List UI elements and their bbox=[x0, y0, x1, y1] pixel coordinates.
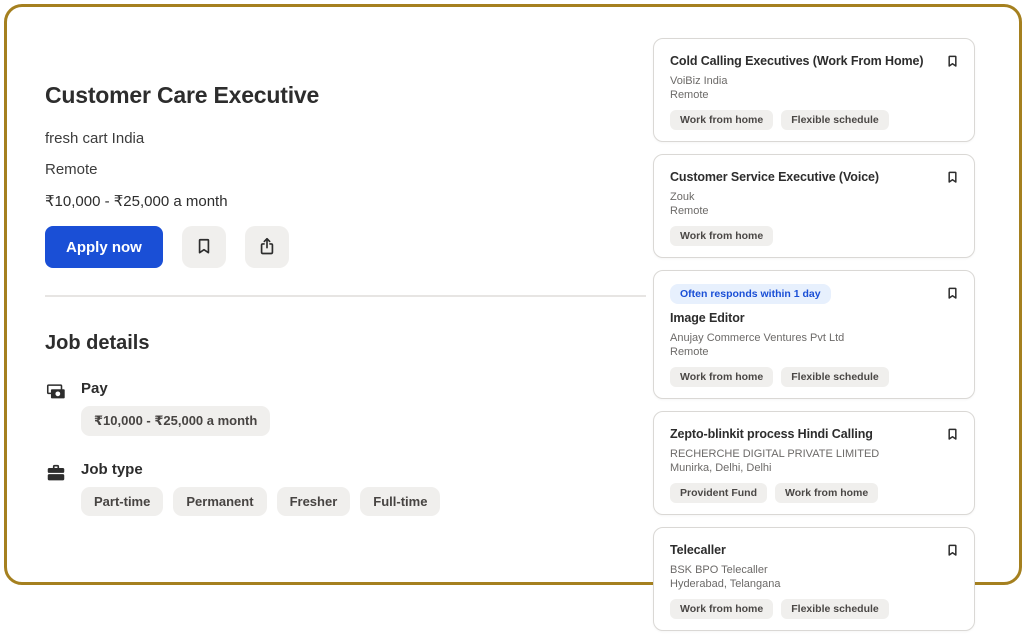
pay-value-pill: ₹10,000 - ₹25,000 a month bbox=[81, 406, 270, 436]
bookmark-icon bbox=[945, 174, 960, 189]
card-tag: Work from home bbox=[670, 367, 773, 387]
card-tags: Work from home Flexible schedule bbox=[670, 367, 958, 387]
card-tags: Work from home Flexible schedule bbox=[670, 599, 958, 619]
card-location: Munirka, Delhi, Delhi bbox=[670, 462, 958, 475]
card-job-title: Customer Service Executive (Voice) bbox=[670, 166, 958, 184]
save-job-button[interactable] bbox=[943, 423, 962, 448]
job-type-pill: Permanent bbox=[173, 487, 266, 516]
card-company: Zouk bbox=[670, 191, 958, 204]
card-tags: Work from home Flexible schedule bbox=[670, 110, 958, 130]
card-location: Hyderabad, Telangana bbox=[670, 578, 958, 591]
pay-values: ₹10,000 - ₹25,000 a month bbox=[81, 406, 646, 436]
save-job-button[interactable] bbox=[943, 166, 962, 191]
job-detail-panel: Customer Care Executive fresh cart India… bbox=[45, 82, 646, 516]
job-location: Remote bbox=[45, 161, 646, 178]
section-divider bbox=[45, 295, 646, 297]
card-location: Remote bbox=[670, 89, 958, 102]
job-type-section: Job type Part-time Permanent Fresher Ful… bbox=[45, 461, 646, 516]
money-icon bbox=[45, 380, 81, 408]
job-details-heading: Job details bbox=[45, 332, 646, 355]
job-type-values: Part-time Permanent Fresher Full-time bbox=[81, 487, 646, 516]
card-company: RECHERCHE DIGITAL PRIVATE LIMITED bbox=[670, 448, 958, 461]
responds-badge: Often responds within 1 day bbox=[670, 284, 831, 304]
card-company: Anujay Commerce Ventures Pvt Ltd bbox=[670, 332, 958, 345]
job-type-pill: Part-time bbox=[81, 487, 163, 516]
pay-label: Pay bbox=[81, 380, 646, 397]
job-company: fresh cart India bbox=[45, 130, 646, 147]
job-cards-column: Cold Calling Executives (Work From Home)… bbox=[653, 38, 975, 643]
card-tag: Work from home bbox=[775, 483, 878, 503]
card-tag: Flexible schedule bbox=[781, 110, 889, 130]
card-tag: Flexible schedule bbox=[781, 367, 889, 387]
card-job-title: Image Editor bbox=[670, 311, 958, 325]
share-button[interactable] bbox=[245, 226, 289, 268]
card-tag: Flexible schedule bbox=[781, 599, 889, 619]
card-job-title: Telecaller bbox=[670, 539, 958, 557]
save-job-button[interactable] bbox=[182, 226, 226, 268]
job-type-label: Job type bbox=[81, 461, 646, 478]
card-tag: Provident Fund bbox=[670, 483, 767, 503]
card-company: BSK BPO Telecaller bbox=[670, 564, 958, 577]
pay-section: Pay ₹10,000 - ₹25,000 a month bbox=[45, 380, 646, 436]
card-job-title: Cold Calling Executives (Work From Home) bbox=[670, 50, 958, 68]
job-type-pill: Fresher bbox=[277, 487, 351, 516]
bookmark-icon bbox=[945, 290, 960, 305]
card-job-title: Zepto-blinkit process Hindi Calling bbox=[670, 423, 958, 441]
card-tag: Work from home bbox=[670, 110, 773, 130]
job-card[interactable]: Telecaller BSK BPO Telecaller Hyderabad,… bbox=[653, 527, 975, 631]
apply-now-button[interactable]: Apply now bbox=[45, 226, 163, 268]
job-salary: ₹10,000 - ₹25,000 a month bbox=[45, 192, 646, 210]
bookmark-icon bbox=[194, 236, 214, 259]
briefcase-icon bbox=[45, 461, 81, 489]
bookmark-icon bbox=[945, 431, 960, 446]
card-location: Remote bbox=[670, 205, 958, 218]
bookmark-icon bbox=[945, 547, 960, 562]
card-tags: Provident Fund Work from home bbox=[670, 483, 958, 503]
card-tag: Work from home bbox=[670, 599, 773, 619]
card-location: Remote bbox=[670, 346, 958, 359]
card-company: VoiBiz India bbox=[670, 75, 958, 88]
save-job-button[interactable] bbox=[943, 539, 962, 564]
bookmark-icon bbox=[945, 58, 960, 73]
action-buttons: Apply now bbox=[45, 226, 646, 268]
save-job-button[interactable] bbox=[943, 282, 962, 307]
job-card[interactable]: Zepto-blinkit process Hindi Calling RECH… bbox=[653, 411, 975, 515]
save-job-button[interactable] bbox=[943, 50, 962, 75]
share-icon bbox=[257, 236, 277, 259]
card-tag: Work from home bbox=[670, 226, 773, 246]
job-card[interactable]: Cold Calling Executives (Work From Home)… bbox=[653, 38, 975, 142]
job-card[interactable]: Customer Service Executive (Voice) Zouk … bbox=[653, 154, 975, 258]
card-tags: Work from home bbox=[670, 226, 958, 246]
job-card[interactable]: Often responds within 1 day Image Editor… bbox=[653, 270, 975, 399]
job-type-pill: Full-time bbox=[360, 487, 440, 516]
page-title: Customer Care Executive bbox=[45, 82, 646, 109]
